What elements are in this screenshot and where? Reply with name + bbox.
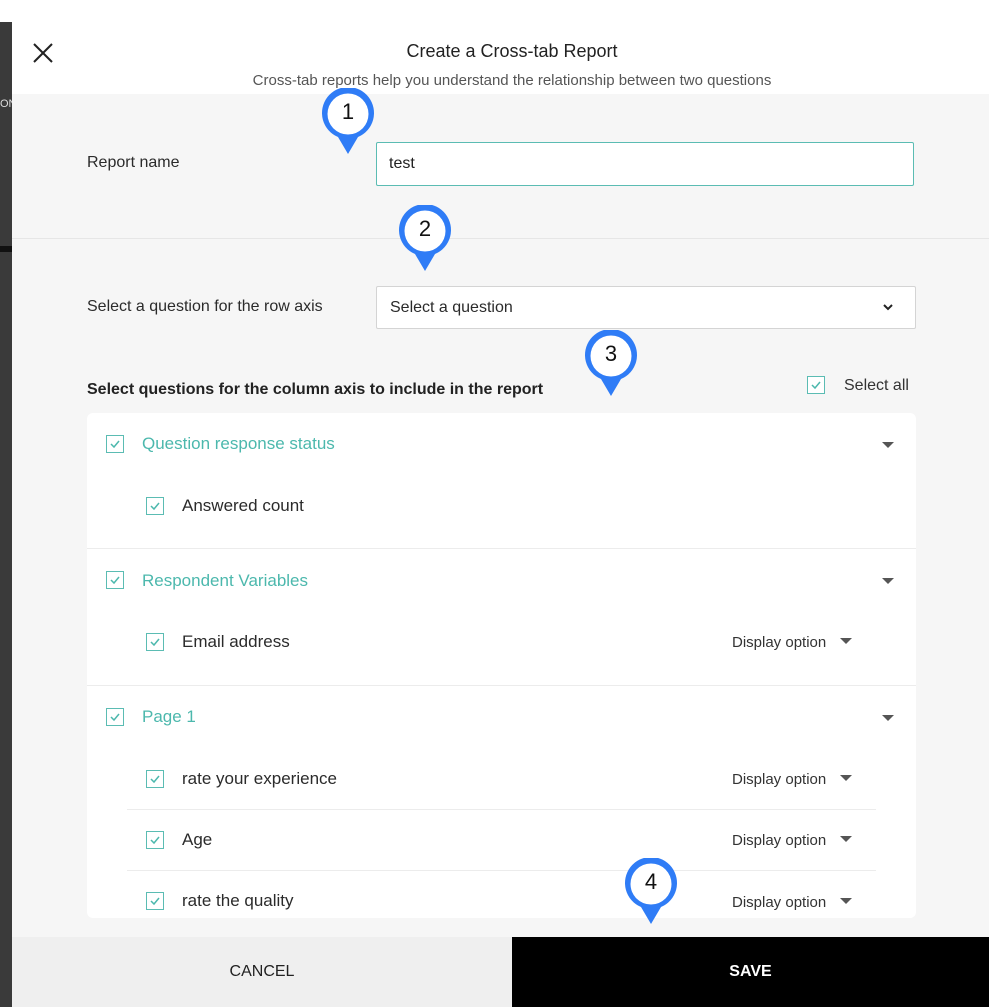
item-divider xyxy=(127,809,876,810)
checkbox-checked-icon xyxy=(807,376,825,394)
annotation-pin-1: 1 xyxy=(320,87,380,156)
display-option-dropdown[interactable]: Display option xyxy=(732,634,853,651)
item-checkbox-rate-your-experience[interactable] xyxy=(146,770,164,788)
select-all-label: Select all xyxy=(844,377,909,394)
display-option-label: Display option xyxy=(732,894,827,911)
row-axis-label: Select a question for the row axis xyxy=(87,298,323,315)
dropdown-caret-icon xyxy=(840,775,853,781)
annotation-number: 4 xyxy=(644,869,658,894)
annotation-pin-3: 3 xyxy=(583,329,643,398)
group-divider xyxy=(87,685,916,686)
report-name-input[interactable] xyxy=(376,142,914,186)
display-option-label: Display option xyxy=(732,634,827,651)
item-label-answered-count: Answered count xyxy=(182,496,304,515)
item-label-age: Age xyxy=(182,830,213,849)
cancel-button[interactable]: CANCEL xyxy=(12,937,512,1007)
background-strip-top xyxy=(0,0,12,22)
report-name-label: Report name xyxy=(87,154,180,171)
annotation-pin-2: 2 xyxy=(397,204,457,273)
item-label-email-address: Email address xyxy=(182,632,290,651)
display-option-label: Display option xyxy=(732,771,827,788)
display-option-dropdown[interactable]: Display option xyxy=(732,771,853,788)
chevron-down-icon xyxy=(883,304,893,311)
annotation-number: 1 xyxy=(341,99,355,124)
display-option-label: Display option xyxy=(732,832,827,849)
save-button[interactable]: SAVE xyxy=(512,937,989,1007)
collapse-caret-icon[interactable] xyxy=(882,442,894,448)
collapse-caret-icon[interactable] xyxy=(882,715,894,721)
background-page-strip: ON xyxy=(0,0,17,1007)
item-checkbox-answered-count[interactable] xyxy=(146,497,164,515)
group-title-respondent-variables[interactable]: Respondent Variables xyxy=(142,571,308,591)
group-title-question-response-status[interactable]: Question response status xyxy=(142,434,335,454)
group-checkbox-respondent-variables[interactable] xyxy=(106,571,124,589)
collapse-caret-icon[interactable] xyxy=(882,578,894,584)
dropdown-caret-icon xyxy=(840,638,853,644)
item-checkbox-rate-the-quality[interactable] xyxy=(146,892,164,910)
group-divider xyxy=(87,548,916,549)
dropdown-caret-icon xyxy=(840,836,853,842)
item-divider xyxy=(127,870,876,871)
column-axis-question-list: Question response status Answered count … xyxy=(87,413,916,918)
dialog-subtitle: Cross-tab reports help you understand th… xyxy=(252,72,772,89)
group-checkbox-question-response-status[interactable] xyxy=(106,435,124,453)
column-axis-heading: Select questions for the column axis to … xyxy=(87,381,544,398)
annotation-number: 3 xyxy=(604,341,618,366)
dropdown-caret-icon xyxy=(840,898,853,904)
item-checkbox-email-address[interactable] xyxy=(146,633,164,651)
background-strip-bar xyxy=(0,246,12,252)
cross-tab-report-dialog: Create a Cross-tab Report Cross-tab repo… xyxy=(12,0,989,1007)
row-axis-selected-value: Select a question xyxy=(390,299,513,316)
display-option-dropdown[interactable]: Display option xyxy=(732,894,853,911)
group-checkbox-page-1[interactable] xyxy=(106,708,124,726)
display-option-dropdown[interactable]: Display option xyxy=(732,832,853,849)
row-axis-select[interactable]: Select a question xyxy=(376,286,916,329)
annotation-pin-4: 4 xyxy=(623,857,683,926)
annotation-number: 2 xyxy=(418,216,432,241)
item-label-rate-the-quality: rate the quality xyxy=(182,891,294,910)
item-checkbox-age[interactable] xyxy=(146,831,164,849)
group-title-page-1[interactable]: Page 1 xyxy=(142,707,196,727)
item-label-rate-your-experience: rate your experience xyxy=(182,769,337,788)
dialog-title: Create a Cross-tab Report xyxy=(406,41,618,61)
